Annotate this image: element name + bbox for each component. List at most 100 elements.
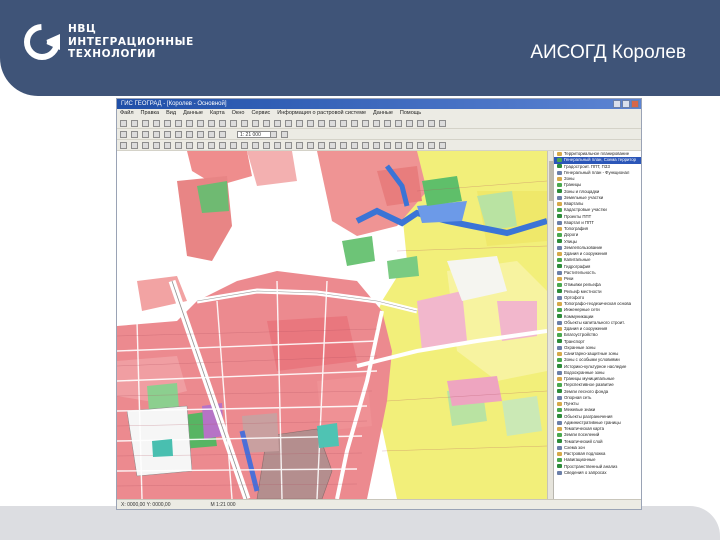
toolbar-tool-icon[interactable] <box>120 142 127 149</box>
toolbar-tool-icon[interactable] <box>153 142 160 149</box>
toolbar-tool-icon[interactable] <box>175 131 182 138</box>
toolbar-tool-icon[interactable] <box>197 131 204 138</box>
toolbar-tool-icon[interactable] <box>373 142 380 149</box>
toolbar-tool-icon[interactable] <box>307 120 314 127</box>
menu-item-6[interactable]: Сервис <box>251 109 270 118</box>
toolbar-tool-icon[interactable] <box>428 120 435 127</box>
toolbar-tool-icon[interactable] <box>252 120 259 127</box>
toolbar-tool-icon[interactable] <box>439 142 446 149</box>
menu-item-1[interactable]: Правка <box>141 109 160 118</box>
map-canvas[interactable] <box>117 151 548 501</box>
layer-folder-icon <box>557 164 562 169</box>
toolbar-tool-icon[interactable] <box>219 120 226 127</box>
toolbar-tool-icon[interactable] <box>362 120 369 127</box>
toolbar-tool-icon[interactable] <box>395 120 402 127</box>
toolbar-tool-icon[interactable] <box>384 142 391 149</box>
toolbar-tool-icon[interactable] <box>285 142 292 149</box>
logo-mark-icon <box>24 24 60 60</box>
toolbar-tool-icon[interactable] <box>230 120 237 127</box>
menu-item-4[interactable]: Карта <box>210 109 225 118</box>
toolbar-tool-icon[interactable] <box>340 120 347 127</box>
toolbar-tool-icon[interactable] <box>219 142 226 149</box>
toolbar-tool-icon[interactable] <box>384 120 391 127</box>
toolbar-tool-icon[interactable] <box>120 131 127 138</box>
toolbar-tool-icon[interactable] <box>131 142 138 149</box>
toolbar-tool-icon[interactable] <box>274 142 281 149</box>
menu-item-8[interactable]: Данные <box>373 109 393 118</box>
close-button[interactable] <box>631 100 639 108</box>
toolbar-tool-icon[interactable] <box>208 120 215 127</box>
toolbar-tool-icon[interactable] <box>208 142 215 149</box>
toolbar-tool-icon[interactable] <box>274 120 281 127</box>
toolbar-tool-icon[interactable] <box>270 131 277 138</box>
layer-folder-icon <box>557 183 562 188</box>
toolbar-tool-icon[interactable] <box>197 120 204 127</box>
toolbar-tool-icon[interactable] <box>120 120 127 127</box>
toolbar-tool-icon[interactable] <box>208 131 215 138</box>
toolbar-tool-icon[interactable] <box>373 120 380 127</box>
toolbar-tool-icon[interactable] <box>362 142 369 149</box>
toolbar-tool-icon[interactable] <box>175 142 182 149</box>
toolbar-tool-icon[interactable] <box>406 142 413 149</box>
toolbar-tool-icon[interactable] <box>307 142 314 149</box>
layer-folder-icon <box>557 333 562 338</box>
toolbar-tool-icon[interactable] <box>395 142 402 149</box>
toolbar-tool-icon[interactable] <box>329 120 336 127</box>
zoom-scale-field[interactable]: 1: 21 000 <box>237 131 271 138</box>
layer-label: Здания и сооружения <box>564 326 608 331</box>
toolbar-tool-icon[interactable] <box>153 120 160 127</box>
menu-item-2[interactable]: Вид <box>166 109 176 118</box>
toolbar-tool-icon[interactable] <box>428 142 435 149</box>
toolbar-tool-icon[interactable] <box>241 142 248 149</box>
toolbar-tool-icon[interactable] <box>340 142 347 149</box>
minimize-button[interactable] <box>613 100 621 108</box>
toolbar-tool-icon[interactable] <box>131 131 138 138</box>
layer-label: Реки <box>564 276 574 281</box>
layer-label: Санитарно-защитные зоны <box>564 351 619 356</box>
toolbar-tool-icon[interactable] <box>142 120 149 127</box>
menu-item-3[interactable]: Данные <box>183 109 203 118</box>
layer-folder-icon <box>557 326 562 331</box>
toolbar-tool-icon[interactable] <box>131 120 138 127</box>
toolbar-tool-icon[interactable] <box>439 120 446 127</box>
toolbar-tool-icon[interactable] <box>406 120 413 127</box>
layer-label: Объекты капитального строит. <box>564 319 625 325</box>
toolbar-tool-icon[interactable] <box>186 142 193 149</box>
toolbar-tool-icon[interactable] <box>230 142 237 149</box>
toolbar-tool-icon[interactable] <box>164 131 171 138</box>
menu-item-0[interactable]: Файл <box>120 109 134 118</box>
menu-item-7[interactable]: Информация о растровой системе <box>277 109 366 118</box>
toolbar-tool-icon[interactable] <box>219 131 226 138</box>
city-map[interactable] <box>117 151 548 501</box>
toolbar-tool-icon[interactable] <box>318 120 325 127</box>
toolbar-tool-icon[interactable] <box>285 120 292 127</box>
toolbar-tool-icon[interactable] <box>164 142 171 149</box>
toolbar-tool-icon[interactable] <box>351 120 358 127</box>
toolbar-tool-icon[interactable] <box>175 120 182 127</box>
toolbar-tool-icon[interactable] <box>153 131 160 138</box>
toolbar-tool-icon[interactable] <box>142 142 149 149</box>
maximize-button[interactable] <box>622 100 630 108</box>
toolbar-tool-icon[interactable] <box>318 142 325 149</box>
toolbar-tool-icon[interactable] <box>281 131 288 138</box>
layer-folder-icon <box>557 389 562 394</box>
menu-item-9[interactable]: Помощь <box>400 109 421 118</box>
toolbar-tool-icon[interactable] <box>186 120 193 127</box>
toolbar-tool-icon[interactable] <box>417 142 424 149</box>
toolbar-tool-icon[interactable] <box>417 120 424 127</box>
toolbar-tool-icon[interactable] <box>329 142 336 149</box>
toolbar-tool-icon[interactable] <box>296 142 303 149</box>
menu-item-5[interactable]: Окно <box>232 109 245 118</box>
toolbar-tool-icon[interactable] <box>263 142 270 149</box>
toolbar-tool-icon[interactable] <box>296 120 303 127</box>
toolbar-tool-icon[interactable] <box>186 131 193 138</box>
toolbar-tool-icon[interactable] <box>263 120 270 127</box>
toolbar-tool-icon[interactable] <box>142 131 149 138</box>
toolbar-tool-icon[interactable] <box>241 120 248 127</box>
layer-label: Сведения о запросах <box>564 469 607 475</box>
toolbar-tool-icon[interactable] <box>197 142 204 149</box>
toolbar-tool-icon[interactable] <box>164 120 171 127</box>
toolbar-tool-icon[interactable] <box>351 142 358 149</box>
layer-item[interactable]: Сведения о запросах <box>554 470 641 476</box>
toolbar-tool-icon[interactable] <box>252 142 259 149</box>
